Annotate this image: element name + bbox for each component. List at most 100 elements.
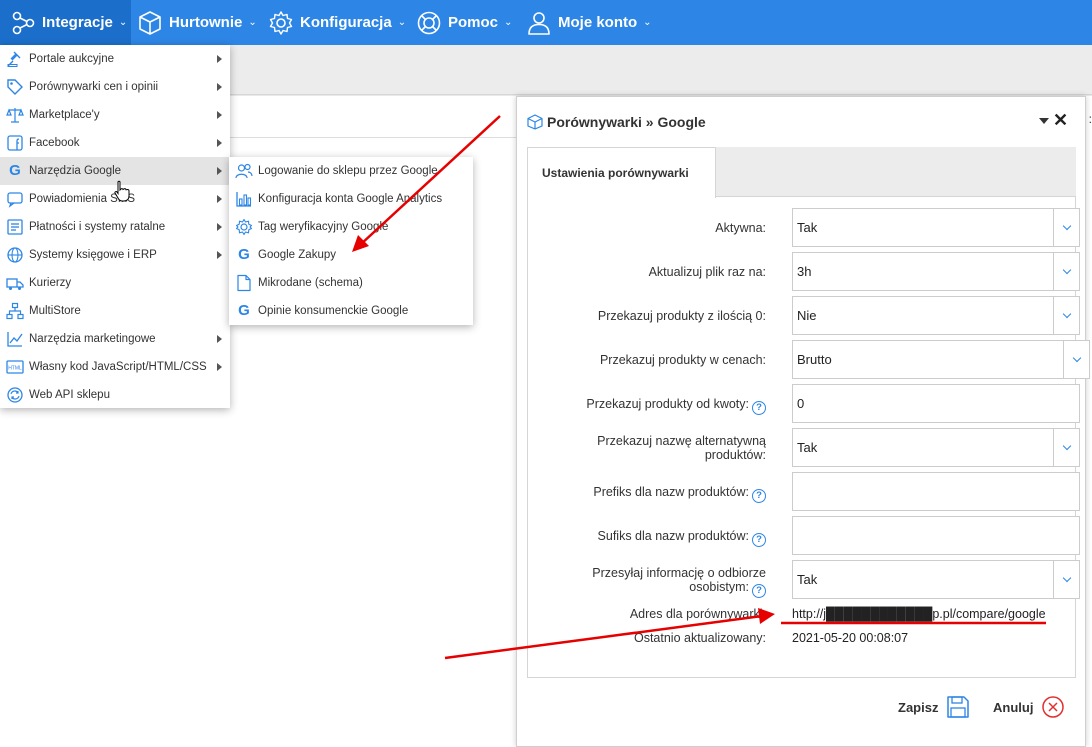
- payment-icon: [7, 219, 23, 235]
- select-value: 3h: [797, 264, 812, 279]
- divider: [230, 137, 520, 138]
- select-value: Tak: [797, 220, 818, 235]
- label-line: Przekazuj nazwę alternatywną: [597, 434, 766, 448]
- label-text: Sufiks dla nazw produktów:: [597, 529, 749, 543]
- nav-label: Integracje: [42, 14, 113, 31]
- menu-item-marketingowe[interactable]: Narzędzia marketingowe: [0, 325, 230, 353]
- label-line: produktów:: [704, 448, 766, 462]
- chevron-right-icon: [217, 111, 222, 119]
- chevron-down-icon[interactable]: [1053, 209, 1079, 246]
- menu-item-marketplace[interactable]: Marketplace'y: [0, 101, 230, 129]
- dialog-title-text: Porównywarki » Google: [547, 114, 706, 130]
- field-label-aktywna: Aktywna:: [715, 221, 766, 235]
- submenu-item-label: Konfiguracja konta Google Analytics: [258, 193, 443, 205]
- menu-item-portale[interactable]: Portale aukcyjne: [0, 45, 230, 73]
- menu-item-wlasny-kod[interactable]: HTML Własny kod JavaScript/HTML/CSS: [0, 353, 230, 381]
- submenu-item-analytics[interactable]: Konfiguracja konta Google Analytics: [229, 185, 473, 213]
- gear-icon: [269, 10, 293, 35]
- chevron-down-icon[interactable]: [1053, 253, 1079, 290]
- aktywna-select[interactable]: Tak: [792, 208, 1080, 247]
- nav-moje-konto[interactable]: Moje konto ⌄: [526, 0, 652, 45]
- chevron-down-icon[interactable]: [1053, 561, 1079, 598]
- menu-item-powiadomienia[interactable]: Powiadomienia SMS: [0, 185, 230, 213]
- chevron-down-icon: ⌄: [643, 17, 652, 28]
- gear-icon: [235, 218, 253, 236]
- input-value: 0: [797, 396, 805, 411]
- save-label: Zapisz: [898, 699, 939, 715]
- odbior-osobisty-select[interactable]: Tak: [792, 560, 1080, 599]
- prefiks-input[interactable]: [792, 472, 1080, 511]
- nav-integracje[interactable]: Integracje ⌄: [0, 0, 131, 45]
- submenu-item-logowanie[interactable]: Logowanie do sklepu przez Google: [229, 157, 473, 185]
- google-icon: G: [238, 302, 250, 319]
- submenu-item-opinie[interactable]: G Opinie konsumenckie Google: [229, 297, 473, 325]
- menu-item-narzedzia-google[interactable]: G Narzędzia Google: [0, 157, 230, 185]
- save-button[interactable]: Zapisz: [898, 695, 970, 719]
- cancel-button[interactable]: Anuluj: [993, 695, 1065, 719]
- field-label-kwota: Przekazuj produkty od kwoty:?: [526, 397, 766, 415]
- chevron-down-icon[interactable]: [1063, 341, 1089, 378]
- dialog-title: Porównywarki » Google: [527, 114, 706, 130]
- svg-text:HTML: HTML: [8, 366, 22, 372]
- submenu-item-mikrodane[interactable]: Mikrodane (schema): [229, 269, 473, 297]
- field-label-sufiks: Sufiks dla nazw produktów:?: [526, 529, 766, 547]
- close-icon[interactable]: ✕: [1053, 110, 1068, 131]
- chevron-right-icon: [217, 335, 222, 343]
- tab-ustawienia[interactable]: Ustawienia porównywarki: [527, 147, 716, 198]
- chevron-right-icon: [217, 139, 222, 147]
- menu-item-porownywarki[interactable]: Porównywarki cen i opinii: [0, 73, 230, 101]
- sitemap-icon: [6, 302, 24, 320]
- nav-hurtownie[interactable]: Hurtownie ⌄: [137, 0, 257, 45]
- collapse-icon[interactable]: [1039, 118, 1049, 124]
- menu-item-label: Porównywarki cen i opinii: [29, 81, 159, 93]
- help-icon[interactable]: ?: [752, 584, 766, 598]
- nazwa-alternatywna-select[interactable]: Tak: [792, 428, 1080, 467]
- box-icon: [139, 10, 161, 35]
- lifebuoy-icon: [417, 11, 441, 34]
- chevron-right-icon: [217, 223, 222, 231]
- share-nodes-icon: [12, 11, 35, 34]
- submenu-item-tag[interactable]: Tag weryfikacyjny Google: [229, 213, 473, 241]
- ceny-select[interactable]: Brutto: [792, 340, 1090, 379]
- porownywarki-google-dialog: Porównywarki » Google ✕ Ustawienia porów…: [516, 96, 1090, 747]
- menu-item-label: Kurierzy: [29, 277, 72, 289]
- google-icon: G: [9, 162, 21, 179]
- help-icon[interactable]: ?: [752, 489, 766, 503]
- select-value: Nie: [797, 308, 817, 323]
- nav-label: Moje konto: [558, 14, 638, 31]
- sms-icon: [7, 192, 23, 208]
- menu-item-platnosci[interactable]: Płatności i systemy ratalne: [0, 213, 230, 241]
- sync-icon: [7, 387, 23, 403]
- chevron-down-icon[interactable]: [1053, 429, 1079, 466]
- submenu-item-google-zakupy[interactable]: G Google Zakupy: [229, 241, 473, 269]
- chevron-right-icon: [217, 363, 222, 371]
- menu-item-systemy-ksiegowe[interactable]: Systemy księgowe i ERP: [0, 241, 230, 269]
- kwota-input[interactable]: 0: [792, 384, 1080, 423]
- integracje-menu: Portale aukcyjne Porównywarki cen i opin…: [0, 45, 230, 408]
- menu-item-web-api[interactable]: Web API sklepu: [0, 381, 230, 409]
- chart-icon: [7, 332, 23, 347]
- select-value: Tak: [797, 440, 818, 455]
- menu-item-label: Portale aukcyjne: [29, 53, 115, 65]
- tab-bar: Ustawienia porównywarki: [527, 147, 1076, 198]
- menu-item-label: Powiadomienia SMS: [29, 193, 136, 205]
- ilosc-zero-select[interactable]: Nie: [792, 296, 1080, 335]
- sufiks-input[interactable]: [792, 516, 1080, 555]
- menu-item-label: Własny kod JavaScript/HTML/CSS: [29, 361, 207, 373]
- aktualizuj-select[interactable]: 3h: [792, 252, 1080, 291]
- help-icon[interactable]: ?: [752, 533, 766, 547]
- chevron-down-icon[interactable]: [1053, 297, 1079, 334]
- facebook-icon: [7, 135, 23, 151]
- menu-item-kurierzy[interactable]: Kurierzy: [0, 269, 230, 297]
- nav-label: Hurtownie: [169, 14, 243, 31]
- chevron-down-icon: ⌄: [118, 17, 128, 28]
- nav-konfiguracja[interactable]: Konfiguracja ⌄: [268, 0, 406, 45]
- menu-item-multistore[interactable]: MultiStore: [0, 297, 230, 325]
- help-icon[interactable]: ?: [752, 401, 766, 415]
- label-text: Przekazuj produkty od kwoty:: [586, 397, 749, 411]
- field-label-prefiks: Prefiks dla nazw produktów:?: [526, 485, 766, 503]
- nav-pomoc[interactable]: Pomoc ⌄: [416, 0, 512, 45]
- menu-item-facebook[interactable]: Facebook: [0, 129, 230, 157]
- label-line: Przesyłaj informację o odbiorze: [592, 566, 766, 580]
- chevron-right-icon: [217, 55, 222, 63]
